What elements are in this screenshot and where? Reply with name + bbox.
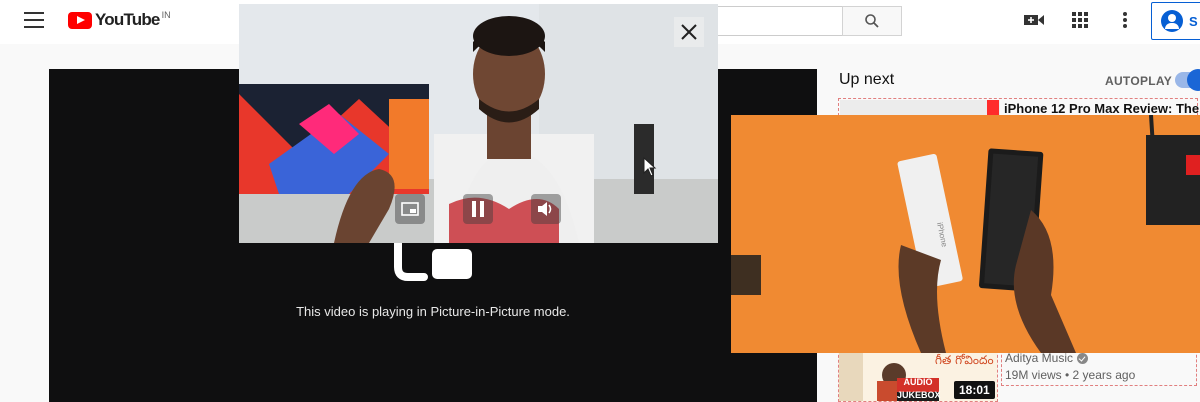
up-next-heading: Up next [839,71,895,88]
settings-menu-button[interactable] [1113,10,1137,30]
mouse-cursor-icon [643,157,657,177]
back-to-tab-button[interactable] [395,194,425,224]
mute-button[interactable] [531,194,561,224]
youtube-play-icon [68,11,92,29]
duration-badge: 18:01 [954,381,995,399]
apps-grid-icon [1072,12,1088,28]
more-vert-icon [1123,12,1127,28]
video-camera-icon [1024,15,1044,25]
channel-name-label: Aditya Music [1005,351,1074,365]
apps-button[interactable] [1068,10,1092,30]
pause-icon [472,201,484,217]
pause-button[interactable] [463,194,493,224]
thumbnail-accent [987,100,999,116]
logo-text: YouTube [95,10,160,29]
youtube-logo[interactable]: YouTube IN [68,10,171,30]
volume-icon [538,202,552,216]
pip-close-button[interactable] [674,17,704,47]
badge-audio: AUDIO [903,377,933,387]
thumbnail-title-telugu: గీత గోవిందం [935,353,994,367]
badge-jukebox: JUKEBOX [897,390,941,400]
sign-in-button[interactable]: S [1151,2,1200,40]
pip-exit-icon [401,202,419,216]
search-icon [865,14,879,28]
channel-name[interactable]: Aditya Music [1005,351,1089,365]
pip-window[interactable] [239,4,718,243]
close-icon [681,24,697,40]
menu-icon[interactable] [24,12,44,28]
unboxing-image: iPhone [731,115,1200,353]
country-code: IN [161,10,171,20]
account-icon [1161,10,1183,32]
sign-in-label: S [1189,13,1198,29]
verified-icon [1077,352,1089,364]
pip-status-message: This video is playing in Picture-in-Pict… [296,304,570,319]
search-button[interactable] [842,6,902,36]
create-video-button[interactable] [1022,10,1046,30]
autoplay-label: AUTOPLAY [1105,74,1173,88]
recommendation-title[interactable]: iPhone 12 Pro Max Review: The [1004,101,1199,116]
search-input[interactable] [700,6,842,36]
recommendation-thumbnail[interactable] [840,100,1000,116]
overlay-video-thumbnail[interactable]: iPhone [731,115,1200,353]
video-meta: 19M views • 2 years ago [1005,368,1136,382]
